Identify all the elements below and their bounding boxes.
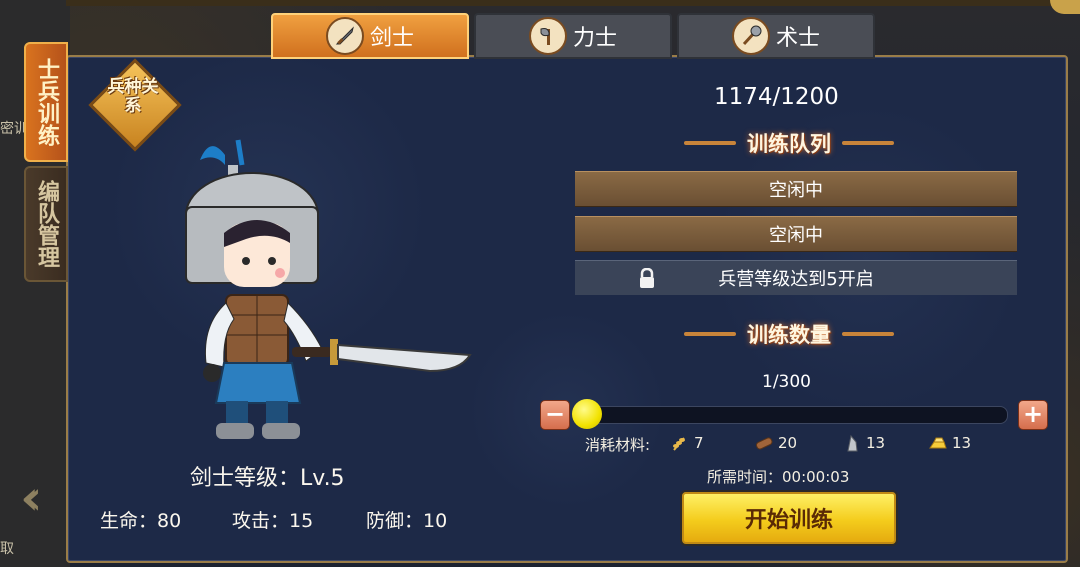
cost-wheat-value: 7 — [694, 434, 704, 452]
unit-level: 剑士等级：Lv.5 — [190, 466, 345, 491]
unit-relation-label[interactable]: 兵种关系 — [100, 78, 166, 116]
cost-gold-value: 13 — [952, 434, 972, 452]
background-text: 取 — [0, 541, 14, 557]
tab-strongman[interactable]: 力士 — [474, 13, 672, 59]
queue-slot-label: 空闲中 — [769, 225, 823, 246]
tab-swordsman[interactable]: 剑士 — [271, 13, 469, 59]
cost-wood-value: 20 — [778, 434, 798, 452]
top-frame — [66, 0, 1080, 6]
cost-stone-value: 13 — [866, 434, 886, 452]
lock-icon — [640, 268, 654, 288]
tab-label: 剑士 — [369, 26, 414, 51]
start-training-button[interactable]: 开始训练 — [680, 490, 898, 546]
axe-icon — [528, 17, 567, 55]
queue-slot-3-locked: 兵营等级达到5开启 — [575, 260, 1017, 295]
side-tab-label: 编队管理 — [34, 180, 59, 268]
staff-icon — [731, 17, 770, 55]
stone-icon — [847, 434, 858, 452]
swordsman-character-image — [180, 135, 480, 445]
required-time: 所需时间：00:00:03 — [707, 468, 850, 486]
back-arrows-icon[interactable]: ‹‹ — [20, 470, 43, 526]
troop-capacity: 1174/1200 — [714, 84, 839, 110]
tab-label: 力士 — [572, 26, 617, 51]
tab-sorcerer[interactable]: 术士 — [677, 13, 875, 59]
queue-slot-label: 兵营等级达到5开启 — [718, 269, 874, 290]
cost-wheat: 7 — [670, 434, 704, 452]
wheat-icon — [673, 437, 685, 451]
queue-heading: 训练队列 — [684, 128, 894, 158]
queue-slot-2[interactable]: 空闲中 — [575, 216, 1017, 252]
cost-stone: 13 — [842, 434, 885, 452]
wood-log-icon — [755, 437, 773, 450]
side-tab-formation[interactable]: 编队管理 — [24, 166, 68, 282]
cost-wood: 20 — [754, 434, 797, 452]
train-count: 1/300 — [762, 372, 811, 392]
side-tab-soldier-training[interactable]: 士兵训练 — [24, 42, 68, 162]
side-tab-label: 士兵训练 — [34, 58, 59, 146]
cost-label: 消耗材料: — [585, 436, 651, 454]
gold-ingot-icon — [929, 437, 947, 449]
tab-label: 术士 — [775, 26, 820, 51]
cost-gold: 13 — [928, 434, 971, 452]
stat-hp: 生命：80 — [100, 510, 182, 532]
quantity-slider-track[interactable] — [574, 406, 1008, 424]
queue-title: 训练队列 — [747, 132, 831, 156]
quantity-heading: 训练数量 — [684, 319, 894, 349]
stat-attack: 攻击：15 — [232, 510, 314, 532]
stat-defense: 防御：10 — [366, 510, 448, 532]
queue-slot-label: 空闲中 — [769, 180, 823, 201]
queue-slot-1[interactable]: 空闲中 — [575, 171, 1017, 207]
increase-button[interactable]: + — [1018, 400, 1048, 430]
decrease-button[interactable]: − — [540, 400, 570, 430]
sword-icon — [325, 17, 364, 55]
quantity-title: 训练数量 — [747, 323, 831, 347]
start-training-label: 开始训练 — [744, 508, 833, 533]
